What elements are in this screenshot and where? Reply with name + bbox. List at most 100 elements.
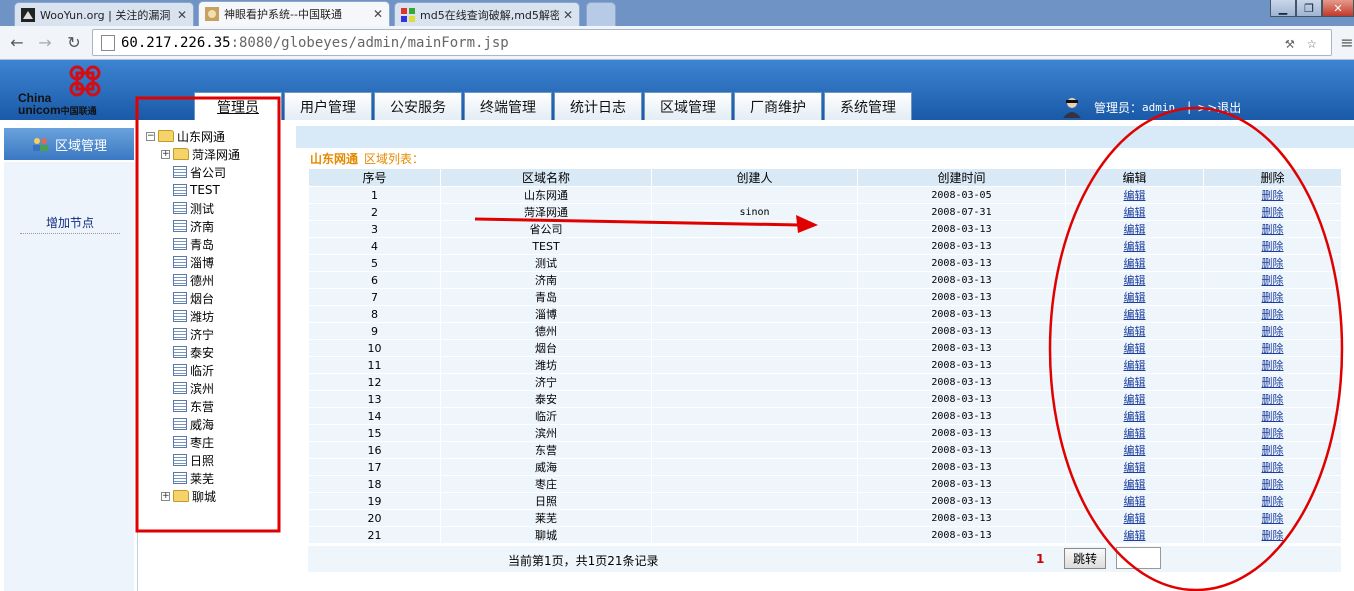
delete-link[interactable]: 删除 [1262, 427, 1284, 440]
tree-node[interactable]: 日照 [173, 451, 214, 469]
row-no: 2 [308, 203, 441, 221]
sidebar-header[interactable]: 区域管理 [4, 128, 134, 160]
edit-link[interactable]: 编辑 [1124, 206, 1146, 219]
page-number-input[interactable] [1116, 547, 1161, 569]
nav-tab-vendors[interactable]: 厂商维护 [734, 92, 822, 120]
tree-node[interactable]: 烟台 [173, 289, 214, 307]
tree-node[interactable]: + 聊城 [161, 487, 216, 505]
edit-link[interactable]: 编辑 [1124, 376, 1146, 389]
nav-tab-admin[interactable]: 管理员 [194, 92, 282, 120]
tree-node[interactable]: 莱芜 [173, 469, 214, 487]
delete-link[interactable]: 删除 [1262, 325, 1284, 338]
delete-link[interactable]: 删除 [1262, 274, 1284, 287]
edit-link[interactable]: 编辑 [1124, 342, 1146, 355]
edit-link[interactable]: 编辑 [1124, 189, 1146, 202]
tree-node[interactable]: 泰安 [173, 343, 214, 361]
current-page-link[interactable]: 1 [1036, 552, 1044, 566]
edit-link[interactable]: 编辑 [1124, 478, 1146, 491]
tree-node[interactable]: 潍坊 [173, 307, 214, 325]
delete-link[interactable]: 删除 [1262, 495, 1284, 508]
tree-node[interactable]: 枣庄 [173, 433, 214, 451]
delete-link[interactable]: 删除 [1262, 376, 1284, 389]
nav-tab-police[interactable]: 公安服务 [374, 92, 462, 120]
edit-link[interactable]: 编辑 [1124, 393, 1146, 406]
add-node-link[interactable]: 增加节点 [20, 214, 120, 234]
delete-link[interactable]: 删除 [1262, 529, 1284, 542]
delete-link[interactable]: 删除 [1262, 308, 1284, 321]
edit-link[interactable]: 编辑 [1124, 444, 1146, 457]
edit-link[interactable]: 编辑 [1124, 495, 1146, 508]
tree-node[interactable]: + 菏泽网通 [161, 145, 240, 163]
browser-tab-wooyun[interactable]: WooYun.org | 关注的漏洞 ✕ [14, 2, 194, 26]
edit-link[interactable]: 编辑 [1124, 308, 1146, 321]
edit-link[interactable]: 编辑 [1124, 427, 1146, 440]
delete-link[interactable]: 删除 [1262, 359, 1284, 372]
delete-link[interactable]: 删除 [1262, 240, 1284, 253]
delete-link[interactable]: 删除 [1262, 393, 1284, 406]
close-tab-icon[interactable]: ✕ [563, 8, 573, 22]
jump-button[interactable]: 跳转 [1064, 548, 1106, 569]
edit-link[interactable]: 编辑 [1124, 529, 1146, 542]
delete-link[interactable]: 删除 [1262, 223, 1284, 236]
close-tab-icon[interactable]: ✕ [177, 8, 187, 22]
nav-tab-system[interactable]: 系统管理 [824, 92, 912, 120]
tree-node[interactable]: 测试 [173, 199, 214, 217]
table-row: 12 济宁 2008-03-13 编辑 删除 [308, 373, 1342, 391]
close-window-icon[interactable]: ✕ [1322, 0, 1354, 17]
delete-link[interactable]: 删除 [1262, 461, 1284, 474]
edit-link[interactable]: 编辑 [1124, 359, 1146, 372]
address-bar[interactable]: 60.217.226.35:8080/globeyes/admin/mainFo… [92, 29, 1332, 56]
tree-node[interactable]: 威海 [173, 415, 214, 433]
delete-link[interactable]: 删除 [1262, 478, 1284, 491]
expand-icon[interactable]: + [161, 491, 170, 501]
row-creator [651, 475, 858, 493]
tree-node-root[interactable]: − 山东网通 [146, 127, 225, 145]
delete-link[interactable]: 删除 [1262, 342, 1284, 355]
menu-icon[interactable]: ≡ [1336, 31, 1354, 53]
tree-node[interactable]: 省公司 [173, 163, 226, 181]
delete-link[interactable]: 删除 [1262, 291, 1284, 304]
delete-link[interactable]: 删除 [1262, 410, 1284, 423]
tree-node[interactable]: 滨州 [173, 379, 214, 397]
edit-link[interactable]: 编辑 [1124, 291, 1146, 304]
tree-node[interactable]: 济南 [173, 217, 214, 235]
tree-node[interactable]: 东营 [173, 397, 214, 415]
expand-icon[interactable]: + [161, 149, 170, 159]
browser-tab-globeyes[interactable]: 神眼看护系统--中国联通 ✕ [198, 1, 390, 26]
forward-icon[interactable]: → [34, 31, 56, 53]
delete-link[interactable]: 删除 [1262, 512, 1284, 525]
minimize-window-icon[interactable]: ▁ [1270, 0, 1296, 17]
nav-tab-logs[interactable]: 统计日志 [554, 92, 642, 120]
edit-link[interactable]: 编辑 [1124, 274, 1146, 287]
back-icon[interactable]: ← [6, 31, 28, 53]
edit-link[interactable]: 编辑 [1124, 257, 1146, 270]
tree-node[interactable]: 德州 [173, 271, 214, 289]
browser-tab-md5[interactable]: md5在线查询破解,md5解密 ✕ [394, 2, 580, 26]
edit-link[interactable]: 编辑 [1124, 223, 1146, 236]
delete-link[interactable]: 删除 [1262, 206, 1284, 219]
tree-node[interactable]: 临沂 [173, 361, 214, 379]
edit-link[interactable]: 编辑 [1124, 461, 1146, 474]
reload-icon[interactable]: ↻ [63, 31, 85, 53]
tree-node[interactable]: 济宁 [173, 325, 214, 343]
wrench-icon[interactable]: ⚒ [1285, 33, 1295, 52]
close-tab-icon[interactable]: ✕ [373, 7, 383, 21]
collapse-icon[interactable]: − [146, 131, 155, 141]
edit-link[interactable]: 编辑 [1124, 325, 1146, 338]
maximize-window-icon[interactable]: ❐ [1296, 0, 1322, 17]
nav-tab-users[interactable]: 用户管理 [284, 92, 372, 120]
delete-link[interactable]: 删除 [1262, 189, 1284, 202]
edit-link[interactable]: 编辑 [1124, 410, 1146, 423]
new-tab-button[interactable] [586, 2, 616, 26]
nav-tab-terminals[interactable]: 终端管理 [464, 92, 552, 120]
edit-link[interactable]: 编辑 [1124, 240, 1146, 253]
tree-node[interactable]: 青岛 [173, 235, 214, 253]
bookmark-star-icon[interactable]: ☆ [1307, 33, 1317, 52]
delete-link[interactable]: 删除 [1262, 444, 1284, 457]
edit-link[interactable]: 编辑 [1124, 512, 1146, 525]
delete-link[interactable]: 删除 [1262, 257, 1284, 270]
nav-tab-regions[interactable]: 区域管理 [644, 92, 732, 120]
tree-node[interactable]: TEST [173, 181, 220, 199]
logout-link[interactable]: >>退出 [1197, 99, 1241, 116]
tree-node[interactable]: 淄博 [173, 253, 214, 271]
